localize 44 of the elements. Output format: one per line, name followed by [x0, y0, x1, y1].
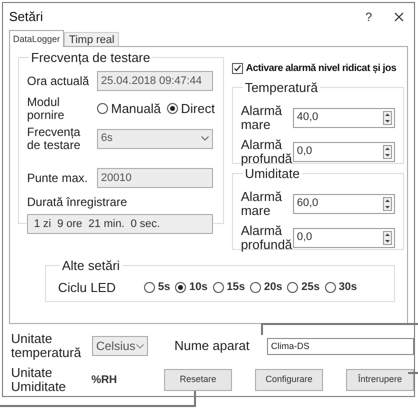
field-label: Ciclu LED [58, 278, 117, 296]
group-title: Frecvența de testare [30, 49, 152, 67]
radio-label: 15s [226, 280, 245, 295]
window-title: Setări [9, 8, 43, 26]
radio-label: 10s [189, 280, 208, 295]
field-label: Alarmă mare [240, 190, 284, 218]
field-label: Unitate Umiditate [11, 366, 67, 394]
radio-label: 25s [301, 280, 320, 295]
device-name-field[interactable]: Clima-DS [267, 338, 414, 354]
radio-label: Manuală [111, 100, 161, 118]
field-label: Unitate temperatură [11, 332, 82, 360]
field-label: Alarmă profundă [240, 138, 293, 166]
action-button[interactable]: Resetare [164, 369, 232, 391]
spin-field[interactable]: 60,0 [292, 194, 395, 214]
spin-field[interactable]: 0,0 [292, 142, 395, 162]
unit-value: %RH [91, 372, 118, 388]
checkbox-label: Activare alarmă nivel ridicat și jos [246, 62, 396, 76]
radio-label: Direct [180, 100, 215, 118]
radio-label: 20s [264, 280, 282, 295]
help-button[interactable]: ? [365, 8, 372, 26]
field-label: Durată înregistrare [27, 194, 128, 210]
spin-field[interactable]: 0,0 [292, 228, 395, 248]
action-button[interactable]: Întrerupere [346, 369, 414, 391]
tab[interactable]: DataLogger [9, 30, 64, 47]
duration-field: 1 zi 9 ore 21 min. 0 sec. [27, 214, 213, 234]
action-button[interactable]: Configurare [255, 369, 323, 391]
time-field: 25.04.2018 09:47:44 [97, 70, 213, 90]
field-label: Modul pornire [27, 96, 66, 122]
field-label: Frecvența de testare [27, 126, 82, 152]
field-label: Nume aparat [174, 337, 250, 356]
field-label: Alarmă mare [240, 104, 284, 132]
radio-label: 5s [158, 280, 170, 295]
frequency-dropdown[interactable]: 6s [97, 128, 213, 148]
group-title: Alte setări [61, 257, 121, 275]
field-label: Punte max. [27, 170, 89, 186]
spin-field[interactable]: 40,0 [292, 108, 395, 128]
radio-label: 30s [338, 280, 358, 295]
field-label: Ora actuală [27, 72, 90, 90]
tab[interactable]: Timp real [64, 32, 120, 47]
max-points-field: 20010 [97, 168, 213, 188]
field-label: Alarmă profundă [240, 224, 293, 252]
group-title: Umiditate [244, 166, 301, 183]
unit-dropdown[interactable]: Celsius [92, 336, 148, 356]
group-title: Temperatură [244, 79, 319, 97]
